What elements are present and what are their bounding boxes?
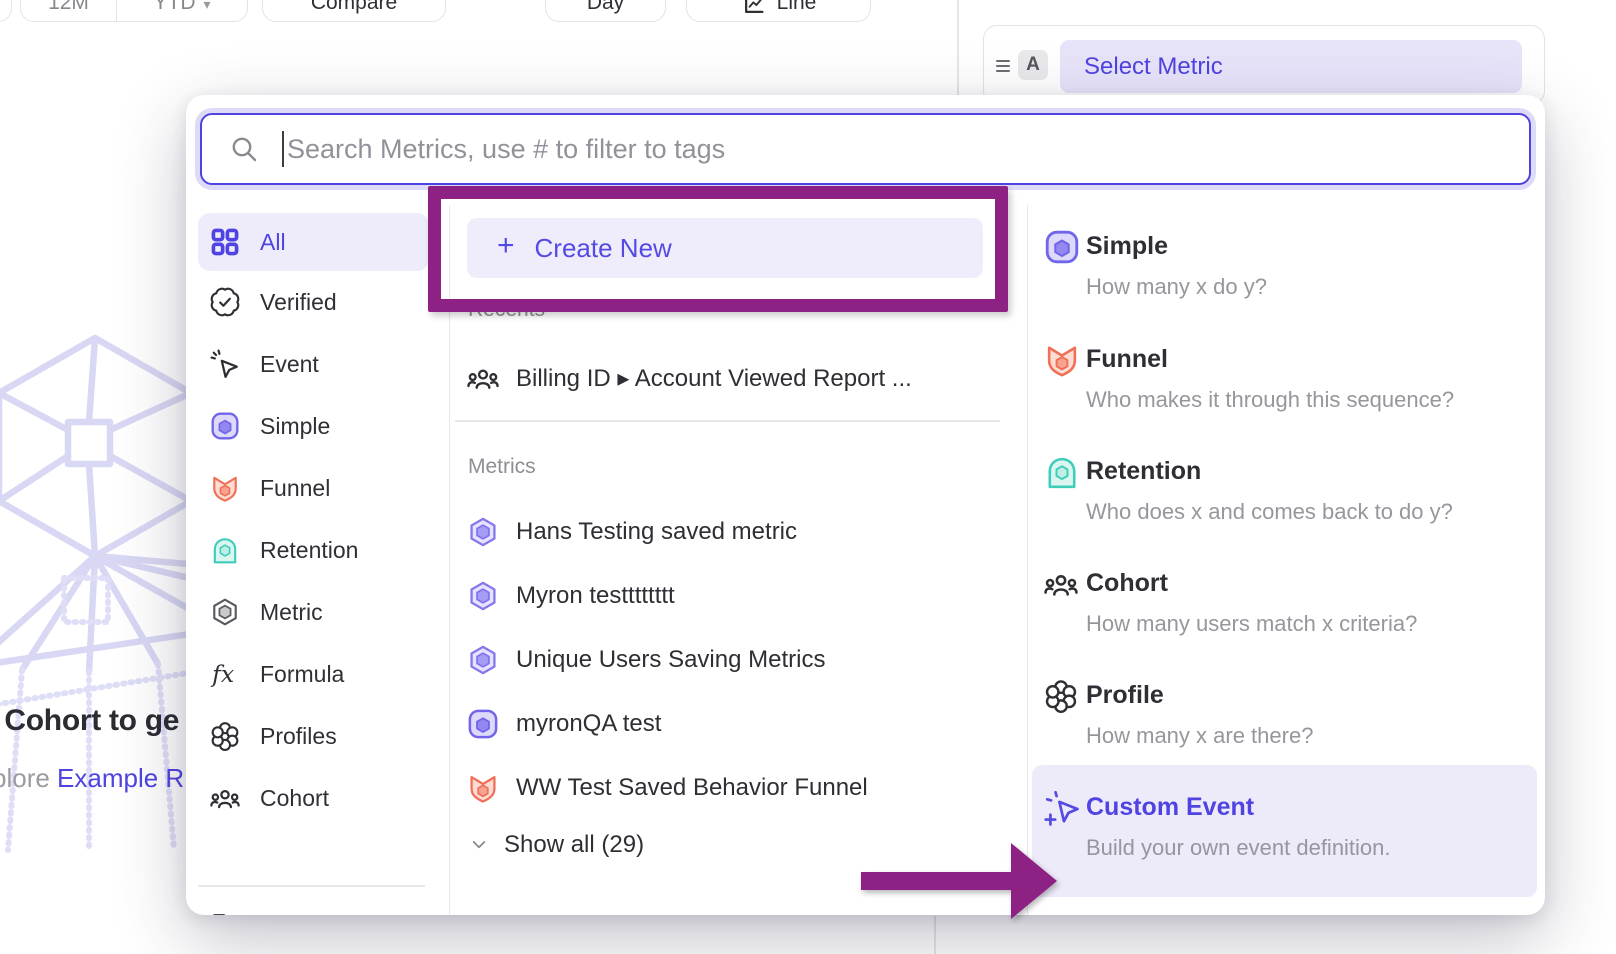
line-label: Line (777, 0, 817, 15)
app-root: 12M YTD ▾ Compare Day Line A Select Metr… (0, 0, 1616, 954)
metric-hexagon-purple-icon (467, 580, 499, 612)
range-ytd-button[interactable]: YTD ▾ (117, 0, 247, 21)
verified-seal-icon (210, 287, 240, 317)
search-icon (230, 135, 258, 163)
line-chart-type-button[interactable]: Line (686, 0, 871, 22)
range-12m-label: 12M (48, 0, 89, 15)
explore-text: plore (0, 763, 57, 793)
retention-icon (1044, 454, 1080, 490)
series-a-badge: A (1018, 50, 1048, 80)
day-label: Day (587, 0, 624, 15)
metric-list-item[interactable]: Myron testttttttt (467, 570, 1007, 622)
sidebar-item-retention[interactable]: Retention (186, 519, 449, 581)
metric-hexagon-icon (210, 597, 240, 627)
sidebar-item-all[interactable]: All (198, 213, 429, 271)
line-chart-icon (741, 0, 765, 17)
metric-types-column: Simple How many x do y? Funnel Who makes… (1028, 205, 1545, 915)
range-ytd-label: YTD (153, 0, 195, 15)
search-placeholder: Search Metrics, use # to filter to tags (287, 134, 725, 165)
create-new-button[interactable]: + Create New (467, 218, 983, 278)
modal-columns: All Verified Event Simple Funnel (186, 205, 1545, 915)
grid-icon (210, 227, 240, 257)
show-all-button[interactable]: Show all (29) (470, 831, 644, 859)
metric-series-card: A Select Metric (983, 25, 1545, 105)
metrics-heading: Metrics (468, 455, 536, 479)
metric-hexagon-purple-icon (467, 516, 499, 548)
search-input[interactable]: Search Metrics, use # to filter to tags (200, 113, 1531, 185)
sidebar-item-verified[interactable]: Verified (186, 271, 449, 333)
chevron-down-icon: ▾ (203, 0, 210, 15)
sidebar-item-tags[interactable]: Tags (186, 895, 449, 916)
simple-icon (1044, 229, 1080, 265)
sidebar-item-profiles[interactable]: Profiles (186, 705, 449, 767)
cohort-icon (210, 783, 240, 813)
sidebar-item-funnel[interactable]: Funnel (186, 457, 449, 519)
funnel-icon (210, 473, 240, 503)
select-metric-dropdown[interactable]: Select Metric (1060, 40, 1522, 93)
section-divider (455, 420, 1000, 422)
sidebar-item-formula[interactable]: Formula (186, 643, 449, 705)
metric-list-item[interactable]: Unique Users Saving Metrics (467, 634, 1007, 686)
profiles-icon (210, 721, 240, 751)
simple-icon (467, 708, 499, 740)
metric-list-item[interactable]: Hans Testing saved metric (467, 506, 1007, 558)
text-cursor (282, 131, 284, 167)
retention-icon (210, 535, 240, 565)
recent-item[interactable]: Billing ID ▸ Account Viewed Report ... (467, 352, 1007, 404)
chevron-down-icon (470, 836, 488, 854)
sidebar-divider (198, 885, 425, 887)
background-explore-line: plore Example R (0, 763, 188, 794)
cohort-icon (1044, 567, 1078, 601)
toolbar-cutoff-button[interactable] (0, 0, 12, 22)
profiles-icon (1044, 679, 1078, 713)
example-link[interactable]: Example R (57, 763, 184, 793)
sidebar-item-event[interactable]: Event (186, 333, 449, 395)
formula-icon (210, 659, 240, 689)
sidebar-item-metric[interactable]: Metric (186, 581, 449, 643)
panel-divider-top (957, 0, 959, 96)
cohort-icon (467, 362, 499, 394)
sidebar-item-cohort[interactable]: Cohort (186, 767, 449, 829)
metric-picker-modal: Search Metrics, use # to filter to tags … (186, 95, 1545, 915)
category-sidebar: All Verified Event Simple Funnel (186, 205, 450, 915)
funnel-icon (1044, 342, 1080, 378)
metric-list-item[interactable]: WW Test Saved Behavior Funnel (467, 762, 1007, 814)
drag-handle-icon[interactable] (994, 59, 1012, 73)
wireframe-illustration (0, 330, 200, 950)
custom-event-highlight (1032, 765, 1537, 897)
metrics-list-column: + Create New Recents Billing ID ▸ Accoun… (450, 205, 1028, 915)
range-12m-button[interactable]: 12M (21, 0, 117, 21)
recents-heading: Recents (468, 298, 545, 322)
plus-icon: + (497, 231, 515, 265)
metric-hexagon-purple-icon (467, 644, 499, 676)
compare-label: Compare (311, 0, 397, 15)
panel-divider-bottom (934, 916, 936, 954)
date-range-group: 12M YTD ▾ (20, 0, 248, 22)
custom-event-icon (1044, 791, 1080, 827)
compare-button[interactable]: Compare (262, 0, 446, 22)
simple-icon (210, 411, 240, 441)
funnel-icon (467, 772, 499, 804)
event-cursor-icon (210, 349, 240, 379)
sidebar-item-simple[interactable]: Simple (186, 395, 449, 457)
background-heading: r Cohort to ge (0, 704, 188, 738)
tag-icon (210, 911, 240, 916)
metric-list-item[interactable]: myronQA test (467, 698, 1007, 750)
day-granularity-button[interactable]: Day (545, 0, 666, 22)
